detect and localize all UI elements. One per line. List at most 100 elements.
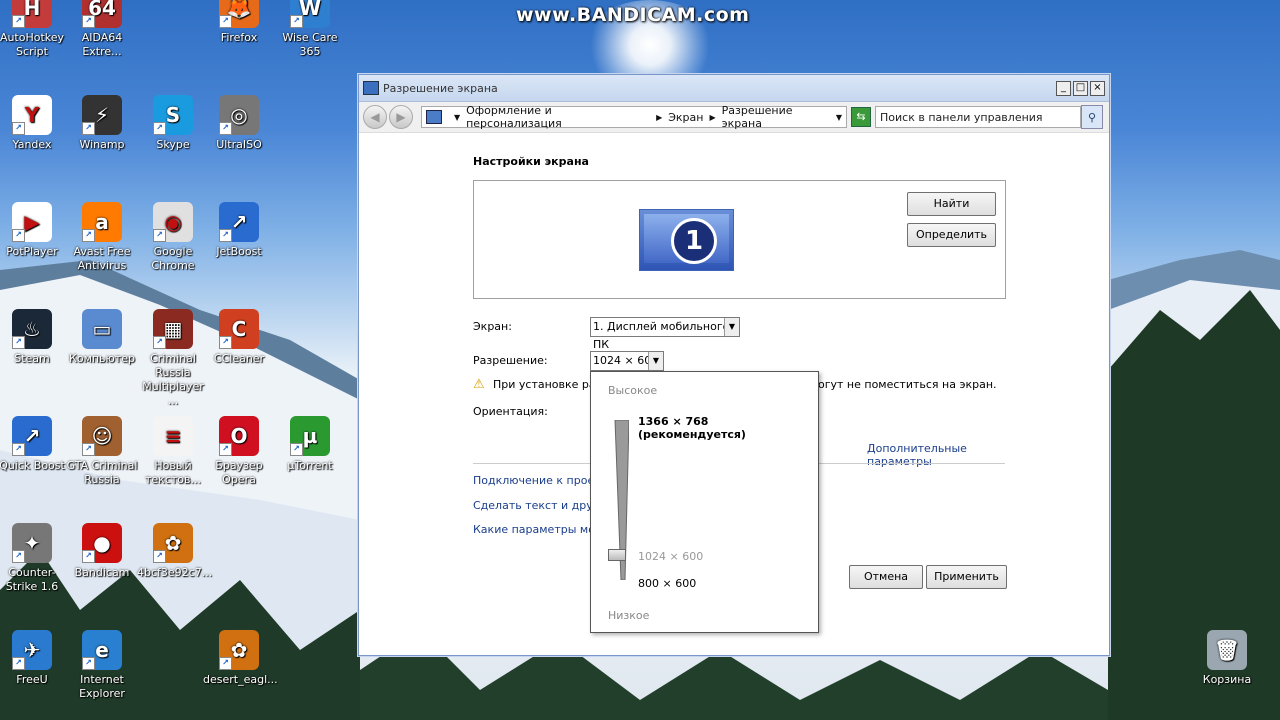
desktop-icon-label: µTorrent <box>287 459 333 472</box>
desktop-icon-label: Firefox <box>220 31 258 44</box>
find-button[interactable]: Найти <box>907 192 996 216</box>
desktop-icon[interactable]: C ↗ CCleaner <box>203 309 275 366</box>
shortcut-arrow-icon: ↗ <box>290 443 303 456</box>
desktop-icon[interactable]: ▦ ↗ Criminal Russia Multiplayer ... <box>137 309 209 408</box>
app-icon: µ ↗ <box>290 416 330 456</box>
address-dropdown-icon[interactable]: ▼ <box>836 113 842 122</box>
chevron-down-icon[interactable]: ▼ <box>648 352 663 370</box>
low-label: Низкое <box>608 609 650 622</box>
cancel-button[interactable]: Отмена <box>849 565 923 589</box>
apply-button[interactable]: Применить <box>926 565 1007 589</box>
shortcut-arrow-icon: ↗ <box>12 15 25 28</box>
desktop-icon[interactable]: ↗ ↗ Quick Boost <box>0 416 68 473</box>
address-bar[interactable]: ▼ Оформление и персонализация ▶ Экран ▶ … <box>421 104 847 130</box>
resolution-label: Разрешение: <box>473 354 548 367</box>
breadcrumb-item[interactable]: Разрешение экрана <box>722 104 836 130</box>
resolution-option[interactable]: 1366 × 768 (рекомендуется) <box>638 415 818 441</box>
desktop-icon[interactable]: ✿ ↗ desert_eagl... <box>203 630 278 687</box>
desktop-icon-label: Avast Free Antivirus <box>73 245 131 272</box>
warning-text: огут не поместиться на экран. <box>818 378 997 391</box>
desktop-icon-label: Новый текстов... <box>145 459 201 486</box>
identify-button[interactable]: Определить <box>907 223 996 247</box>
desktop-icon[interactable]: S ↗ Skype <box>137 95 209 152</box>
control-panel-icon <box>426 110 442 124</box>
search-icon[interactable]: ⚲ <box>1081 105 1103 129</box>
app-icon: ▭ <box>82 309 122 349</box>
app-icon: a ↗ <box>82 202 122 242</box>
breadcrumb-item[interactable]: Оформление и персонализация <box>466 104 650 130</box>
refresh-icon[interactable]: ⇆ <box>851 107 871 127</box>
maximize-button[interactable]: □ <box>1073 80 1088 96</box>
title-bar[interactable]: Разрешение экрана _ □ × <box>359 75 1109 102</box>
search-input[interactable]: Поиск в панели управления <box>875 106 1081 128</box>
shortcut-arrow-icon: ↗ <box>12 550 25 563</box>
desktop-icon[interactable]: O ↗ Браузер Opera <box>203 416 275 487</box>
app-icon: ✦ ↗ <box>12 523 52 563</box>
shortcut-arrow-icon: ↗ <box>219 229 232 242</box>
control-panel-icon <box>363 81 379 95</box>
desktop-icon[interactable]: 🦊 ↗ Firefox <box>203 0 275 45</box>
shortcut-arrow-icon: ↗ <box>153 336 166 349</box>
advanced-settings-link[interactable]: Дополнительные параметры <box>867 442 1013 468</box>
desktop-icon[interactable]: W ↗ Wise Care 365 <box>274 0 346 59</box>
desktop-icon[interactable]: ✿ ↗ 4bcf3e92c7... <box>137 523 212 580</box>
app-icon: ◎ ↗ <box>219 95 259 135</box>
minimize-button[interactable]: _ <box>1056 80 1071 96</box>
screen-select[interactable]: 1. Дисплей мобильного ПК ▼ <box>590 317 740 351</box>
desktop-icon-label: Google Chrome <box>151 245 195 272</box>
desktop-icon-label: Компьютер <box>69 352 135 365</box>
desktop-icon-label: Корзина <box>1202 673 1252 686</box>
chevron-down-icon[interactable]: ▼ <box>724 318 739 336</box>
desktop-icon[interactable]: ✈ ↗ FreeU <box>0 630 68 687</box>
shortcut-arrow-icon: ↗ <box>12 229 25 242</box>
page-title: Настройки экрана <box>473 155 589 168</box>
back-arrow-icon[interactable]: ◀ <box>363 105 387 129</box>
forward-arrow-icon[interactable]: ▶ <box>389 105 413 129</box>
resolution-option[interactable]: 1024 × 600 <box>638 550 703 563</box>
desktop-icon[interactable]: ● ↗ Bandicam <box>66 523 138 580</box>
close-button[interactable]: × <box>1090 80 1105 96</box>
warning-icon: ⚠ <box>473 377 485 392</box>
desktop-icon[interactable]: ▭ Компьютер <box>66 309 138 366</box>
desktop-icon[interactable]: ◎ ↗ UltraISO <box>203 95 275 152</box>
resolution-option[interactable]: 800 × 600 <box>638 577 696 590</box>
app-icon: H ↗ <box>12 0 52 28</box>
shortcut-arrow-icon: ↗ <box>12 122 25 135</box>
desktop-icon[interactable]: 64 ↗ AIDA64 Extre... <box>66 0 138 59</box>
app-icon: O ↗ <box>219 416 259 456</box>
desktop-icon-label: Criminal Russia Multiplayer ... <box>142 352 204 407</box>
desktop-icon-label: GTA Criminal Russia <box>66 459 138 486</box>
desktop-icon[interactable]: a ↗ Avast Free Antivirus <box>66 202 138 273</box>
desktop-icon[interactable]: e ↗ Internet Explorer <box>66 630 138 701</box>
monitor-icon[interactable]: 1 <box>639 209 734 271</box>
desktop-icon[interactable]: ☺ ↗ GTA Criminal Russia <box>66 416 138 487</box>
desktop-icon[interactable]: Y ↗ Yandex <box>0 95 68 152</box>
shortcut-arrow-icon: ↗ <box>82 443 95 456</box>
desktop-icon[interactable]: µ ↗ µTorrent <box>274 416 346 473</box>
app-icon: ▦ ↗ <box>153 309 193 349</box>
desktop-icon[interactable]: ◉ ↗ Google Chrome <box>137 202 209 273</box>
desktop-icon[interactable]: ⚡ ↗ Winamp <box>66 95 138 152</box>
breadcrumb-item[interactable]: Экран <box>668 111 703 124</box>
desktop-icon-label: Skype <box>156 138 190 151</box>
desktop-icon[interactable]: 🗑 Корзина <box>1191 630 1263 687</box>
app-icon: W ↗ <box>290 0 330 28</box>
app-icon: ◉ ↗ <box>153 202 193 242</box>
desktop-icon[interactable]: ✦ ↗ Counter-Strike 1.6 <box>0 523 68 594</box>
desktop-icon[interactable]: ▶ ↗ PotPlayer <box>0 202 68 259</box>
desktop-icon[interactable]: ↗ ↗ JetBoost <box>203 202 275 259</box>
app-icon: ☺ ↗ <box>82 416 122 456</box>
desktop-icon[interactable]: ♨ ↗ Steam <box>0 309 68 366</box>
shortcut-arrow-icon: ↗ <box>153 229 166 242</box>
shortcut-arrow-icon: ↗ <box>12 657 25 670</box>
shortcut-arrow-icon: ↗ <box>82 122 95 135</box>
app-icon: ↗ ↗ <box>12 416 52 456</box>
shortcut-arrow-icon: ↗ <box>219 336 232 349</box>
app-icon: 64 ↗ <box>82 0 122 28</box>
resolution-slider-thumb[interactable] <box>608 549 626 561</box>
resolution-select[interactable]: 1024 × 600 ▼ <box>590 351 664 371</box>
desktop-icon[interactable]: H ↗ AutoHotkey Script <box>0 0 68 59</box>
shortcut-arrow-icon: ↗ <box>12 443 25 456</box>
desktop-icon-label: Internet Explorer <box>79 673 125 700</box>
desktop-icon[interactable]: ≡ Новый текстов... <box>137 416 209 487</box>
